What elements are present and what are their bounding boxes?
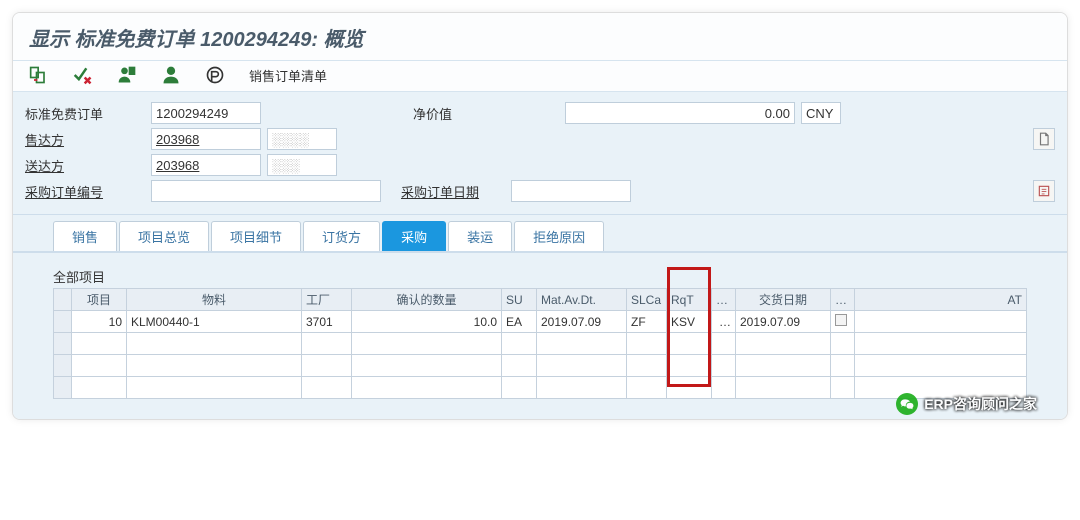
order-no-field[interactable]: 1200294249 xyxy=(151,102,261,124)
po-no-field[interactable] xyxy=(151,180,381,202)
table-row[interactable] xyxy=(54,333,1027,355)
col-mat-av-dt[interactable]: Mat.Av.Dt. xyxy=(537,289,627,311)
ship-to-label: 送达方 xyxy=(25,156,145,175)
watermark: ERP咨询顾问之家 xyxy=(896,393,1037,415)
sold-to-code-field[interactable]: 203968 xyxy=(151,128,261,150)
table-row[interactable]: 10 KLM00440-1 3701 10.0 EA 2019.07.09 ZF… xyxy=(54,311,1027,333)
tab-procurement[interactable]: 采购 xyxy=(382,221,446,251)
po-date-field[interactable] xyxy=(511,180,631,202)
cell-slca: ZF xyxy=(627,311,667,333)
header-form: 标准免费订单 1200294249 净价值 0.00 CNY 售达方 20396… xyxy=(13,92,1067,215)
tab-sales[interactable]: 销售 xyxy=(53,221,117,251)
cell-material: KLM00440-1 xyxy=(127,311,302,333)
col-dots[interactable]: … xyxy=(712,289,736,311)
watermark-text: ERP咨询顾问之家 xyxy=(924,394,1037,414)
cell-plant: 3701 xyxy=(302,311,352,333)
sold-to-name-field: ░░░░ xyxy=(267,128,337,150)
cell-rqt: KSV xyxy=(667,311,712,333)
col-slca[interactable]: SLCa xyxy=(627,289,667,311)
col-item[interactable]: 项目 xyxy=(72,289,127,311)
col-material[interactable]: 物料 xyxy=(127,289,302,311)
document-flow-icon[interactable] xyxy=(29,65,49,85)
tab-strip: 销售 项目总览 项目细节 订货方 采购 装运 拒绝原因 xyxy=(13,215,1067,253)
cell-su: EA xyxy=(502,311,537,333)
cell-checkbox[interactable] xyxy=(831,311,855,333)
ship-to-code-field[interactable]: 203968 xyxy=(151,154,261,176)
table-row[interactable] xyxy=(54,355,1027,377)
col-deliv-date[interactable]: 交货日期 xyxy=(736,289,831,311)
table-row[interactable] xyxy=(54,377,1027,399)
partner-icon[interactable] xyxy=(117,65,137,85)
tab-ordering[interactable]: 订货方 xyxy=(303,221,380,251)
currency-field: CNY xyxy=(801,102,841,124)
cell-dots: … xyxy=(712,311,736,333)
tab-item-overview[interactable]: 项目总览 xyxy=(119,221,209,251)
cell-mat-av-dt: 2019.07.09 xyxy=(537,311,627,333)
tab-shipping[interactable]: 装运 xyxy=(448,221,512,251)
table-header-row: 项目 物料 工厂 确认的数量 SU Mat.Av.Dt. SLCa RqT … … xyxy=(54,289,1027,311)
items-table[interactable]: 项目 物料 工厂 确认的数量 SU Mat.Av.Dt. SLCa RqT … … xyxy=(53,288,1027,399)
ship-to-name-field: ░░░ xyxy=(267,154,337,176)
wechat-icon xyxy=(896,393,918,415)
cell-deliv-date: 2019.07.09 xyxy=(736,311,831,333)
po-no-label: 采购订单编号 xyxy=(25,182,145,201)
net-value-field: 0.00 xyxy=(565,102,795,124)
cell-item: 10 xyxy=(72,311,127,333)
cell-confirmed-qty: 10.0 xyxy=(352,311,502,333)
check-cancel-icon[interactable] xyxy=(73,65,93,85)
col-plant[interactable]: 工厂 xyxy=(302,289,352,311)
col-su[interactable]: SU xyxy=(502,289,537,311)
sales-order-list-link[interactable]: 销售订单清单 xyxy=(249,66,327,85)
tab-rejection[interactable]: 拒绝原因 xyxy=(514,221,604,251)
tab-item-detail[interactable]: 项目细节 xyxy=(211,221,301,251)
person-icon[interactable] xyxy=(161,65,181,85)
order-type-label: 标准免费订单 xyxy=(25,104,145,123)
grid-area: 全部项目 项目 物料 工厂 确认的数量 SU Mat.Av.Dt. SLCa R… xyxy=(13,253,1067,419)
net-value-label: 净价值 xyxy=(413,104,493,123)
grid-title: 全部项目 xyxy=(53,267,1027,286)
col-dots2[interactable]: … xyxy=(831,289,855,311)
sold-to-label: 售达方 xyxy=(25,130,145,149)
config-icon-button[interactable] xyxy=(1033,180,1055,202)
document-icon-button[interactable] xyxy=(1033,128,1055,150)
po-date-label: 采购订单日期 xyxy=(401,182,479,201)
col-rqt[interactable]: RqT xyxy=(667,289,712,311)
col-confirmed-qty[interactable]: 确认的数量 xyxy=(352,289,502,311)
toolbar: 销售订单清单 xyxy=(13,61,1067,92)
page-title: 显示 标准免费订单 1200294249: 概览 xyxy=(13,13,1067,61)
output-icon[interactable] xyxy=(205,65,225,85)
col-at[interactable]: AT xyxy=(855,289,1027,311)
